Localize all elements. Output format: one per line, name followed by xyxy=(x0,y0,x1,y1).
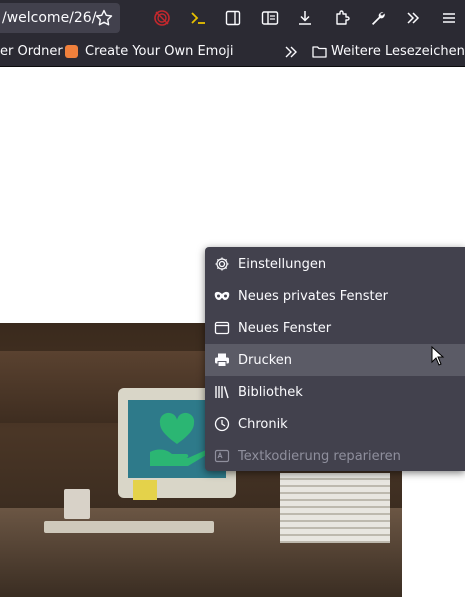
library-icon xyxy=(214,384,230,400)
wrench-icon[interactable] xyxy=(366,6,390,30)
bookmark-label: er Ordner xyxy=(0,44,63,59)
bookmark-create-emoji[interactable]: Create Your Own Emoji xyxy=(65,37,234,66)
other-bookmarks[interactable]: Weitere Lesezeichen xyxy=(312,37,465,66)
gear-icon xyxy=(214,256,230,272)
sticky-note xyxy=(133,480,157,500)
text-encoding-icon xyxy=(214,448,230,464)
menu-item-label: Drucken xyxy=(238,352,293,368)
download-icon[interactable] xyxy=(293,6,317,30)
overflow-menu: Einstellungen Neues privates Fenster Neu… xyxy=(205,247,465,471)
terminal-icon[interactable] xyxy=(186,6,210,30)
menu-item-label: Neues Fenster xyxy=(238,320,332,336)
menu-item-library[interactable]: Bibliothek xyxy=(205,376,465,408)
emoji-favicon-icon xyxy=(65,45,78,58)
menu-item-repair-text-encoding[interactable]: Textkodierung reparieren xyxy=(205,440,465,472)
menu-item-new-window[interactable]: Neues Fenster xyxy=(205,312,465,344)
mask-icon xyxy=(214,288,230,304)
sidebar-icon[interactable] xyxy=(221,6,245,30)
folder-icon xyxy=(312,46,327,58)
bookmark-label: Weitere Lesezeichen xyxy=(331,44,465,59)
menu-item-label: Einstellungen xyxy=(238,256,327,272)
bookmarks-toolbar: er Ordner Create Your Own Emoji Weitere … xyxy=(0,37,465,67)
menu-item-label: Chronik xyxy=(238,416,288,432)
url-text[interactable]: /welcome/26/ xyxy=(2,10,96,26)
window-icon xyxy=(214,320,230,336)
menu-item-print[interactable]: Drucken xyxy=(205,344,465,376)
menu-item-label: Textkodierung reparieren xyxy=(238,448,401,464)
star-icon[interactable] xyxy=(92,6,116,30)
paper-stack xyxy=(280,473,390,543)
navigation-toolbar: /welcome/26/ xyxy=(0,0,465,37)
bookmark-label: Create Your Own Emoji xyxy=(85,44,234,59)
bookmark-folder[interactable]: er Ordner xyxy=(0,37,63,66)
menu-item-label: Neues privates Fenster xyxy=(238,288,388,304)
bookmarks-overflow-icon[interactable] xyxy=(283,37,299,66)
mug xyxy=(64,489,90,519)
mouse-cursor-icon xyxy=(431,346,445,366)
menu-item-label: Bibliothek xyxy=(238,384,303,400)
reader-view-icon[interactable] xyxy=(258,6,282,30)
ublock-icon[interactable] xyxy=(150,6,174,30)
hamburger-menu-icon[interactable] xyxy=(437,6,461,30)
menu-item-settings[interactable]: Einstellungen xyxy=(205,248,465,280)
menu-item-private-window[interactable]: Neues privates Fenster xyxy=(205,280,465,312)
clock-icon xyxy=(214,416,230,432)
overflow-icon[interactable] xyxy=(401,6,425,30)
printer-icon xyxy=(214,352,230,368)
extensions-icon[interactable] xyxy=(330,6,354,30)
keyboard xyxy=(44,521,214,533)
menu-item-history[interactable]: Chronik xyxy=(205,408,465,440)
